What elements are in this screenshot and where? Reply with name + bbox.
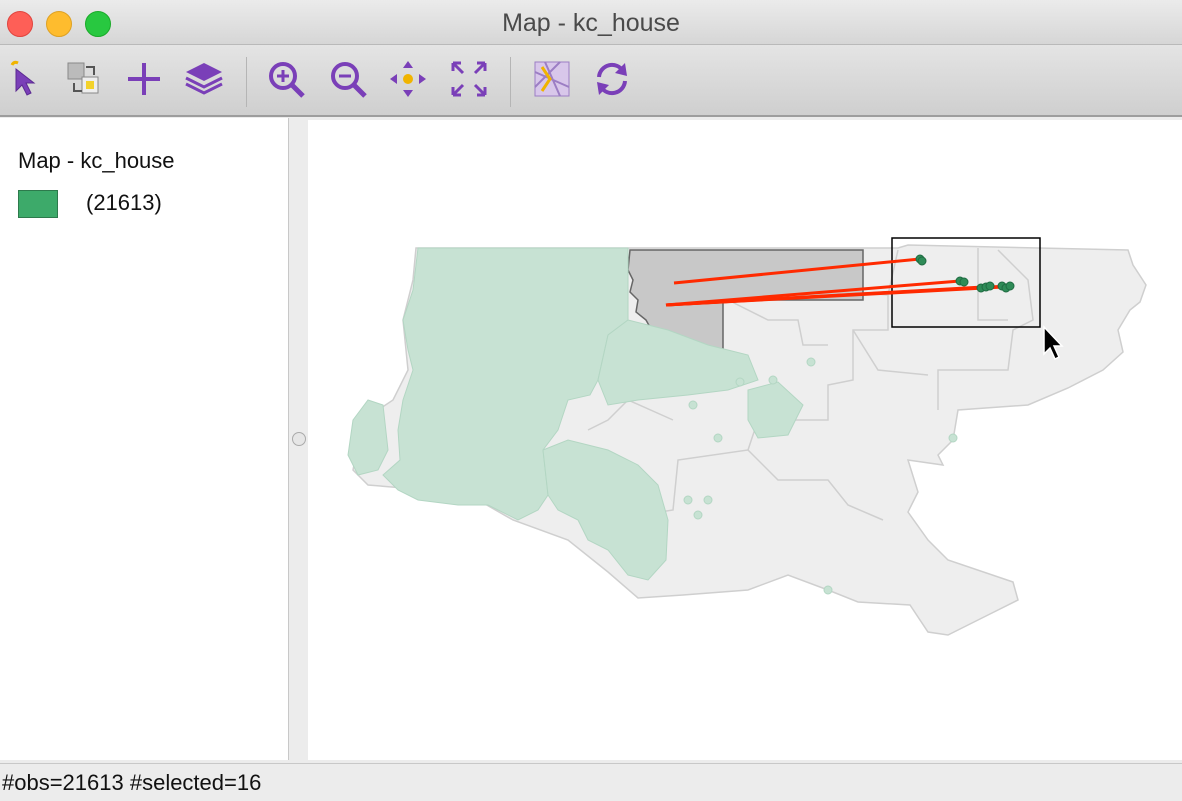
basemap-icon[interactable] — [530, 57, 574, 101]
toolbar-separator — [246, 57, 247, 107]
layers-icon[interactable] — [182, 57, 226, 101]
select-icon[interactable] — [4, 57, 48, 101]
legend-panel: Map - kc_house (21613) — [0, 118, 289, 760]
map-svg[interactable] — [308, 120, 1182, 760]
legend-count: (21613) — [86, 190, 162, 215]
legend-swatch[interactable] — [18, 190, 58, 218]
pan-icon[interactable] — [386, 57, 430, 101]
zoom-in-icon[interactable] — [264, 57, 308, 101]
zoom-out-icon[interactable] — [326, 57, 370, 101]
map-canvas[interactable] — [308, 120, 1182, 760]
add-icon[interactable] — [122, 57, 166, 101]
window-title: Map - kc_house — [502, 9, 680, 37]
selection-tool-icon[interactable] — [62, 57, 106, 101]
splitter-handle[interactable] — [292, 432, 306, 446]
legend-title: Map - kc_house — [18, 148, 175, 173]
title-bar: Map - kc_house — [0, 0, 1182, 45]
status-text: #obs=21613 #selected=16 — [2, 770, 262, 795]
status-bar: #obs=21613 #selected=16 — [0, 763, 1182, 801]
refresh-icon[interactable] — [590, 57, 634, 101]
fit-extent-icon[interactable] — [447, 57, 491, 101]
toolbar-separator — [510, 57, 511, 107]
toolbar — [0, 45, 1182, 117]
